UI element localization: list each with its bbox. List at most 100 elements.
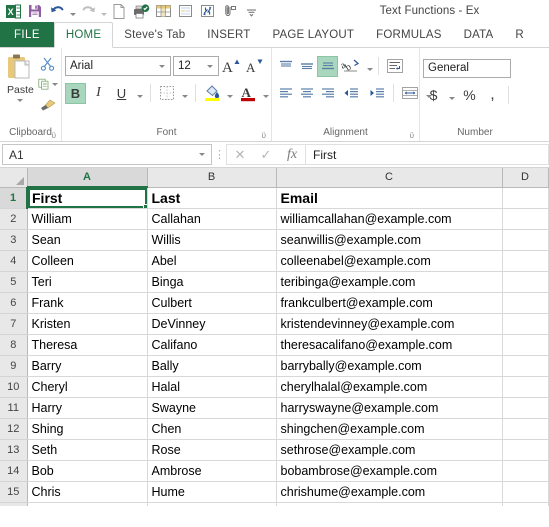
cell-b11[interactable]: Swayne [147,397,277,419]
cell-d2[interactable] [502,208,549,230]
print-preview-icon[interactable] [130,1,152,21]
italic-button[interactable]: I [88,83,109,104]
cell-c11[interactable]: harryswayne@example.com [276,397,503,419]
cell-b3[interactable]: Willis [147,229,277,251]
cell-b4[interactable]: Abel [147,250,277,272]
font-dialog-launcher-icon[interactable]: ϋ [262,132,266,140]
cell-b8[interactable]: Califano [147,334,277,356]
new-file-icon[interactable] [108,1,130,21]
align-left-button[interactable] [275,83,296,104]
row-header-16[interactable]: 16 [0,502,28,506]
fill-color-button[interactable] [201,83,222,104]
formula-input[interactable]: First [305,144,549,165]
cell-d9[interactable] [502,355,549,377]
cell-b7[interactable]: DeVinney [147,313,277,335]
tab-review[interactable]: R [504,22,535,47]
select-all-button[interactable] [0,168,28,188]
orientation-dropdown-icon[interactable] [364,56,375,77]
cell-c5[interactable]: teribinga@example.com [276,271,503,293]
cell-c9[interactable]: barrybally@example.com [276,355,503,377]
cell-b1[interactable]: Last [147,187,277,209]
cell-b15[interactable]: Hume [147,481,277,503]
cell-a2[interactable]: William [27,208,148,230]
column-header-d[interactable]: D [502,168,549,188]
tab-home[interactable]: HOME [53,22,114,48]
cell-b13[interactable]: Rose [147,439,277,461]
cell-c2[interactable]: williamcallahan@example.com [276,208,503,230]
sort-filter-icon[interactable] [196,1,218,21]
number-format-combo[interactable]: General [423,58,511,78]
spreadsheet-icon[interactable] [174,1,196,21]
undo-icon[interactable] [46,1,68,21]
cell-d11[interactable] [502,397,549,419]
copy-dropdown-icon[interactable] [51,82,58,86]
cell-d8[interactable] [502,334,549,356]
name-box-dropdown-icon[interactable] [195,153,209,156]
tab-data[interactable]: DATA [453,22,505,47]
save-icon[interactable] [24,1,46,21]
insert-function-button[interactable]: fx [279,145,305,164]
cell-b12[interactable]: Chen [147,418,277,440]
cell-a8[interactable]: Theresa [27,334,148,356]
cell-d10[interactable] [502,376,549,398]
customize-qat-icon[interactable] [240,1,262,21]
orientation-button[interactable]: a b [338,56,364,77]
cell-b10[interactable]: Halal [147,376,277,398]
tab-formulas[interactable]: FORMULAS [365,22,453,47]
cell-b14[interactable]: Ambrose [147,460,277,482]
alignment-dialog-launcher-icon[interactable]: ϋ [410,132,414,140]
paste-button[interactable]: Paste [3,51,38,102]
tab-insert[interactable]: INSERT [196,22,261,47]
cell-c14[interactable]: bobambrose@example.com [276,460,503,482]
row-header-12[interactable]: 12 [0,418,28,440]
cell-a16[interactable]: Robert [27,502,148,506]
row-header-3[interactable]: 3 [0,229,28,251]
cell-a6[interactable]: Frank [27,292,148,314]
percent-format-button[interactable]: % [459,85,480,106]
enter-formula-button[interactable]: ✓ [253,145,279,164]
font-name-dropdown-icon[interactable] [156,64,168,68]
cell-d14[interactable] [502,460,549,482]
column-header-a[interactable]: A [27,168,148,188]
cell-b6[interactable]: Culbert [147,292,277,314]
row-header-13[interactable]: 13 [0,439,28,461]
table-icon[interactable] [152,1,174,21]
cell-d7[interactable] [502,313,549,335]
cell-a3[interactable]: Sean [27,229,148,251]
underline-dropdown-icon[interactable] [134,83,145,104]
format-painter-button[interactable] [38,96,58,114]
paste-dropdown-icon[interactable] [17,99,24,102]
fill-color-dropdown-icon[interactable] [224,83,235,104]
row-header-7[interactable]: 7 [0,313,28,335]
cell-c4[interactable]: colleenabel@example.com [276,250,503,272]
cell-b5[interactable]: Binga [147,271,277,293]
clipboard-dialog-launcher-icon[interactable]: ϋ [52,132,56,140]
cell-c8[interactable]: theresacalifano@example.com [276,334,503,356]
cell-d15[interactable] [502,481,549,503]
cell-d1[interactable] [502,187,549,209]
row-header-2[interactable]: 2 [0,208,28,230]
font-color-button[interactable]: A [237,83,258,104]
attachment-icon[interactable] [218,1,240,21]
spreadsheet-grid[interactable]: A B C D 1 First Last Email 2 William Cal… [0,168,549,506]
row-header-4[interactable]: 4 [0,250,28,272]
decrease-indent-button[interactable] [338,83,364,104]
cell-d13[interactable] [502,439,549,461]
cell-d16[interactable] [502,502,549,506]
row-header-5[interactable]: 5 [0,271,28,293]
row-header-15[interactable]: 15 [0,481,28,503]
accounting-format-button[interactable]: $ [423,85,444,106]
middle-align-button[interactable] [296,56,317,77]
cell-a1[interactable]: First [27,187,148,209]
cell-a14[interactable]: Bob [27,460,148,482]
row-header-11[interactable]: 11 [0,397,28,419]
bottom-align-button[interactable] [317,55,338,77]
cell-b9[interactable]: Bally [147,355,277,377]
cell-c15[interactable]: chrishume@example.com [276,481,503,503]
cell-c12[interactable]: shingchen@example.com [276,418,503,440]
cell-a11[interactable]: Harry [27,397,148,419]
font-size-combo[interactable]: 12 [173,56,219,76]
copy-button[interactable] [38,75,58,93]
cell-c7[interactable]: kristendevinney@example.com [276,313,503,335]
row-header-9[interactable]: 9 [0,355,28,377]
